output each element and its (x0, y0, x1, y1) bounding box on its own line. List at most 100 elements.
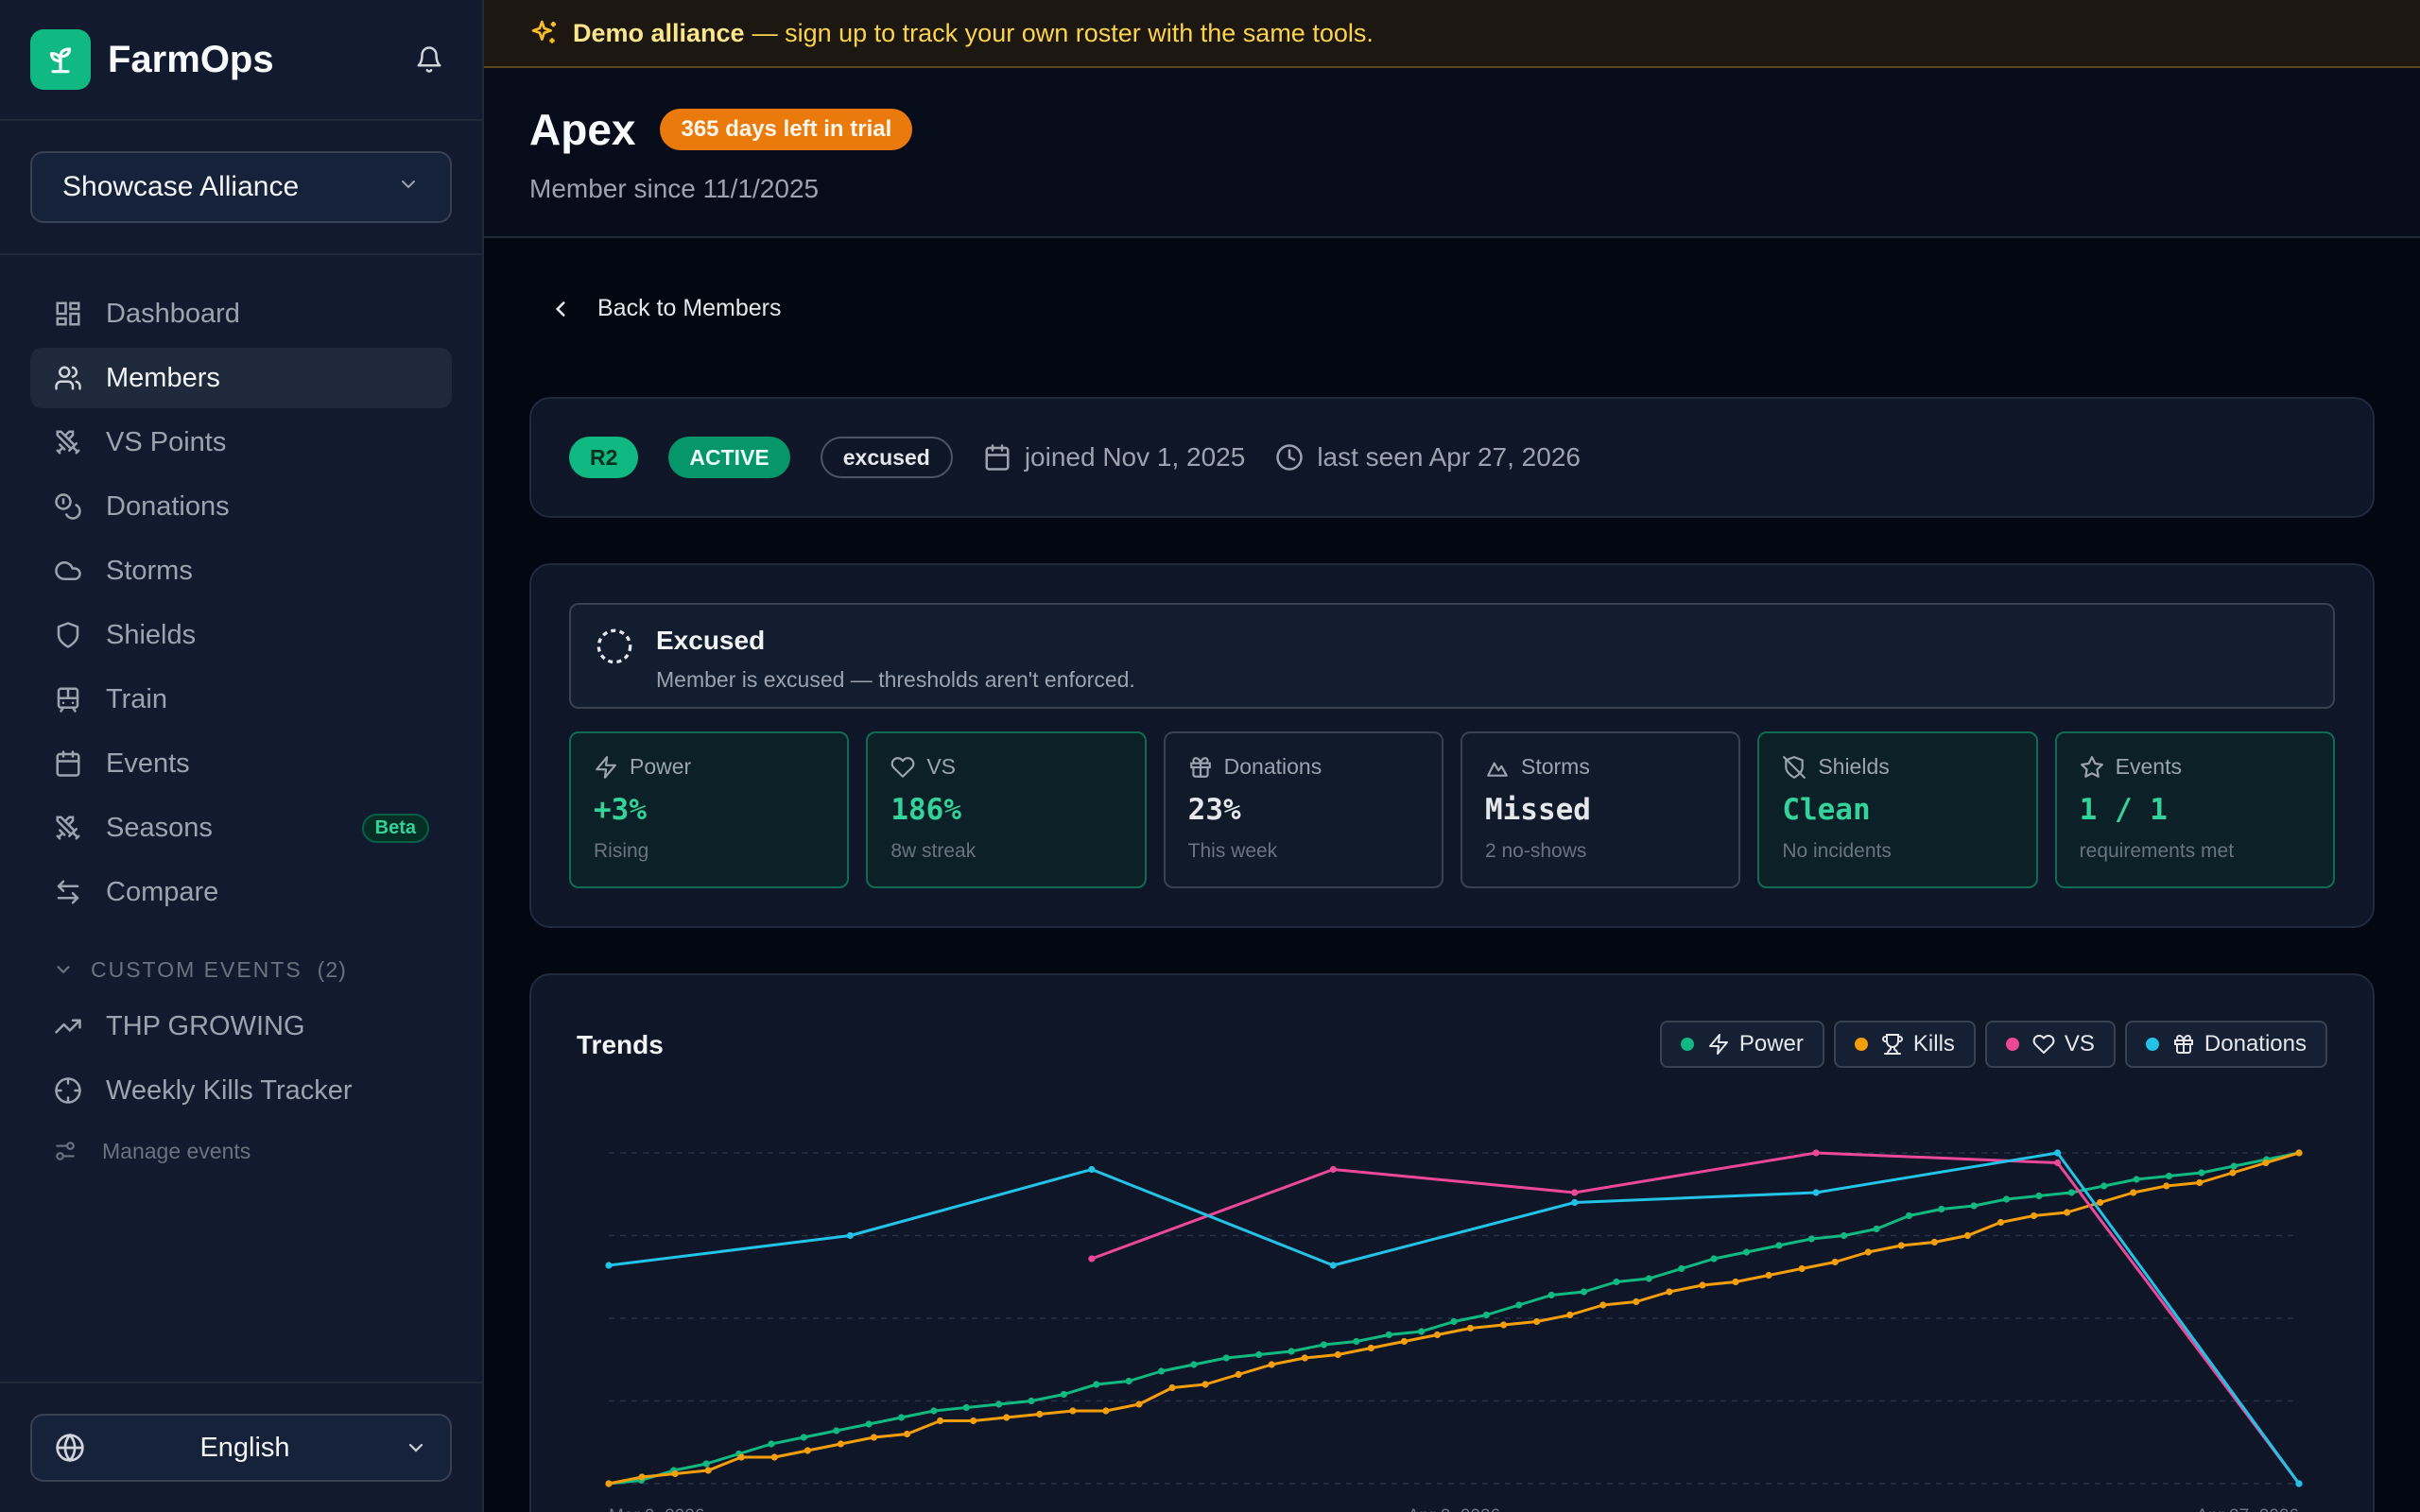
data-point-kills (970, 1417, 977, 1425)
data-point-kills (1732, 1278, 1739, 1286)
trends-chart: Mar 9, 2026 Apr 2, 2026 Apr 27, 2026 (605, 1149, 2303, 1512)
back-to-members-link[interactable]: Back to Members (548, 295, 782, 322)
data-point-kills (1003, 1414, 1011, 1421)
sidebar-item-train[interactable]: Train (30, 669, 452, 730)
data-point-kills (2229, 1169, 2237, 1177)
data-point-power (800, 1434, 807, 1441)
metric-sub: 2 no-shows (1484, 840, 1587, 862)
sidebar-item-label: Donations (106, 490, 230, 522)
trial-badge: 365 days left in trial (660, 109, 913, 150)
data-point-kills (2130, 1189, 2137, 1196)
data-point-kills (1499, 1321, 1508, 1329)
sidebar: FarmOps Showcase Alliance Dashboard Memb… (0, 0, 484, 1512)
data-point-power (962, 1403, 970, 1412)
legend-toggle-power[interactable]: Power (1659, 1021, 1824, 1068)
last-seen: last seen Apr 27, 2026 (1275, 442, 1581, 472)
sidebar-item-dashboard[interactable]: Dashboard (30, 284, 452, 344)
heart-icon (890, 755, 915, 780)
data-point-donations (2295, 1480, 2303, 1487)
data-point-power (1093, 1381, 1100, 1388)
metric-sub: requirements met (2079, 840, 2235, 862)
sidebar-item-weekly-kills-tracker[interactable]: Weekly Kills Tracker (30, 1060, 452, 1121)
sidebar-item-label: Train (106, 683, 167, 714)
language-select-value: English (199, 1432, 290, 1463)
data-point-donations (2053, 1149, 2062, 1157)
sidebar-item-label: Events (106, 747, 190, 779)
data-point-kills (1268, 1361, 1275, 1368)
legend-dot (2145, 1038, 2159, 1051)
data-point-power (1970, 1202, 1978, 1210)
coins-icon (53, 491, 83, 522)
data-point-donations (1329, 1262, 1337, 1269)
metric-value: +3% (594, 793, 647, 827)
data-point-vs (1571, 1189, 1579, 1196)
sidebar-item-seasons[interactable]: Seasons Beta (30, 798, 452, 858)
data-point-kills (671, 1469, 679, 1478)
page-header: Apex 365 days left in trial Member since… (484, 68, 2420, 238)
sidebar-item-events[interactable]: Events (30, 733, 452, 794)
data-point-vs (1088, 1255, 1096, 1263)
banner-text: — sign up to track your own roster with … (752, 18, 1374, 47)
gift-icon (2172, 1033, 2195, 1056)
language-select[interactable]: English (30, 1414, 452, 1482)
legend-toggle-kills[interactable]: Kills (1833, 1021, 1976, 1068)
mountain-icon (1485, 755, 1510, 780)
sidebar-item-label: Members (106, 362, 220, 393)
data-point-kills (1533, 1317, 1541, 1326)
data-point-power (1157, 1367, 1166, 1375)
manage-events-label: Manage events (102, 1138, 251, 1163)
alliance-select[interactable]: Showcase Alliance (30, 151, 452, 223)
data-point-vs (1812, 1149, 1820, 1157)
sidebar-item-shields[interactable]: Shields (30, 605, 452, 665)
sidebar-item-storms[interactable]: Storms (30, 541, 452, 601)
status-badge: ACTIVE (668, 437, 790, 478)
legend-dot (1854, 1038, 1868, 1051)
metric-sub: This week (1187, 840, 1278, 862)
data-point-kills (605, 1480, 613, 1487)
gift-icon (1188, 755, 1213, 780)
data-point-kills (1102, 1407, 1110, 1415)
joined-text: joined Nov 1, 2025 (1024, 442, 1246, 472)
sidebar-item-donations[interactable]: Donations (30, 476, 452, 537)
data-point-kills (1699, 1281, 1706, 1289)
legend-toggle-donations[interactable]: Donations (2124, 1021, 2327, 1068)
data-point-kills (1400, 1337, 1409, 1346)
sprout-logo-icon[interactable] (30, 29, 91, 90)
bell-icon[interactable] (406, 37, 452, 82)
data-point-kills (936, 1417, 944, 1425)
crosshair-icon (53, 1075, 83, 1106)
star-icon (2080, 755, 2104, 780)
shield-icon (53, 620, 83, 650)
legend-label: VS (2064, 1031, 2095, 1057)
sidebar-item-compare[interactable]: Compare (30, 862, 452, 922)
sidebar-item-label: Storms (106, 555, 193, 586)
sidebar-item-members[interactable]: Members (30, 348, 452, 408)
sidebar-item-vs-points[interactable]: VS Points (30, 412, 452, 472)
custom-events-toggle[interactable]: CUSTOM EVENTS (2) (30, 951, 452, 988)
data-point-kills (1566, 1311, 1574, 1319)
manage-events-link[interactable]: Manage events (30, 1125, 452, 1177)
legend-label: Power (1738, 1031, 1804, 1057)
custom-events-count: (2) (317, 956, 347, 982)
legend-toggle-vs[interactable]: VS (1984, 1021, 2116, 1068)
swords-icon (53, 427, 83, 457)
data-point-power (1580, 1288, 1588, 1296)
data-point-kills (1168, 1383, 1176, 1392)
data-point-power (1418, 1328, 1426, 1335)
metric-tile-events: Events 1 / 1 requirements met (2054, 731, 2335, 888)
data-point-kills (2030, 1211, 2038, 1220)
sidebar-item-thp-growing[interactable]: THP GROWING (30, 996, 452, 1057)
data-point-power (995, 1400, 1003, 1408)
metric-label: VS (926, 754, 957, 779)
data-point-power (1645, 1275, 1652, 1282)
data-point-kills (1930, 1238, 1938, 1246)
metric-sub: No incidents (1782, 840, 1892, 862)
data-point-power (2100, 1182, 2108, 1190)
data-point-kills (770, 1453, 778, 1461)
data-point-kills (1633, 1297, 1640, 1306)
compare-icon (53, 877, 83, 907)
metric-label: Storms (1520, 754, 1590, 779)
metric-sub: 8w streak (890, 840, 977, 862)
excused-notice: Excused Member is excused — thresholds a… (569, 603, 2335, 709)
data-point-kills (638, 1473, 646, 1481)
